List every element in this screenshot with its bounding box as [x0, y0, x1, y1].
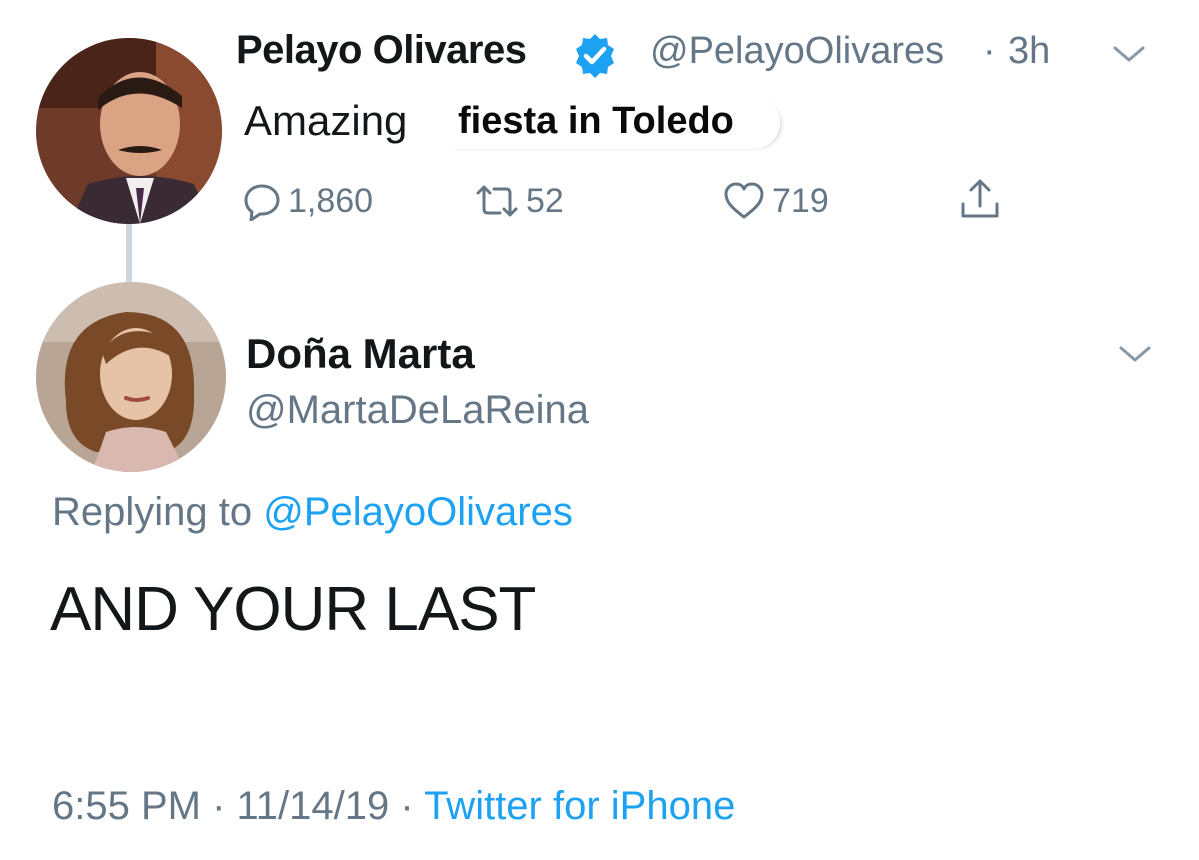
tweet2-author-name[interactable]: Doña Marta: [246, 330, 475, 378]
share-button[interactable]: [958, 174, 1002, 224]
reply-icon: [244, 184, 280, 221]
tweet1-text-part1: Amazing: [244, 97, 408, 144]
tweet1-text-part2: fiesta in Toledo: [446, 96, 780, 149]
verified-badge-icon: [571, 32, 619, 80]
replying-to-handle-link[interactable]: @PelayoOlivares: [263, 490, 573, 534]
tweet2-time: 6:55 PM: [52, 784, 201, 828]
retweet-icon: [476, 185, 518, 217]
avatar-pelayo[interactable]: [36, 38, 222, 224]
meta-separator: ·: [389, 784, 425, 828]
tweet1-timestamp[interactable]: 3h: [1008, 30, 1050, 73]
chevron-down-icon[interactable]: [1118, 344, 1152, 364]
tweet2-meta: 6:55 PM · 11/14/19 · Twitter for iPhone: [52, 784, 735, 829]
thread-connector-line: [126, 218, 132, 284]
like-button[interactable]: 719: [722, 176, 829, 226]
like-count: 719: [772, 181, 829, 220]
chevron-down-icon[interactable]: [1112, 44, 1146, 64]
reply-button[interactable]: 1,860: [242, 176, 373, 226]
tweet2-text: AND YOUR LAST: [50, 575, 536, 644]
replying-to-line: Replying to @PelayoOlivares: [52, 490, 573, 535]
retweet-button[interactable]: 52: [474, 176, 564, 226]
tweet1-author-name[interactable]: Pelayo Olivares: [236, 28, 527, 73]
replying-prefix: Replying to: [52, 490, 253, 534]
tweet2-handle[interactable]: @MartaDeLaReina: [246, 388, 589, 433]
share-icon: [961, 179, 999, 218]
tweet2-source-link[interactable]: Twitter for iPhone: [424, 784, 735, 828]
avatar-marta[interactable]: [36, 282, 226, 472]
meta-separator: ·: [200, 784, 237, 828]
heart-icon: [724, 182, 764, 219]
retweet-count: 52: [526, 181, 564, 220]
tweet1-handle[interactable]: @PelayoOlivares: [650, 30, 944, 73]
tweet2-date: 11/14/19: [236, 784, 390, 828]
tweet1-separator: ·: [983, 30, 996, 72]
reply-count: 1,860: [288, 181, 374, 220]
